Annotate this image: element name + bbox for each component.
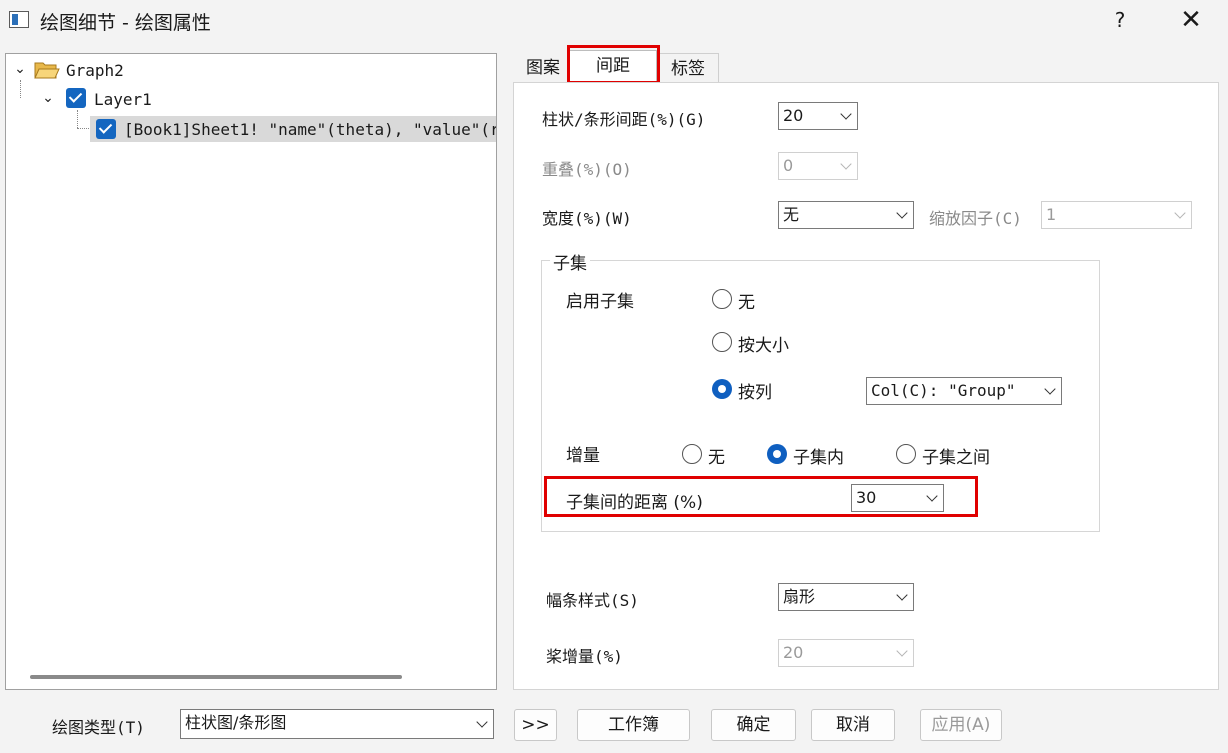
horizontal-scrollbar[interactable]	[30, 675, 402, 679]
tree-connector	[20, 80, 21, 98]
chevron-down-icon	[840, 108, 852, 120]
increment-label: 增量	[566, 446, 600, 466]
subset-column-combo[interactable]: Col(C): "Group"	[866, 377, 1062, 405]
spoke-style-combo[interactable]: 扇形	[778, 583, 914, 611]
workbook-button[interactable]: 工作簿	[577, 709, 690, 741]
overlap-value: 0	[783, 156, 794, 175]
subset-column-value: Col(C): "Group"	[871, 381, 1016, 400]
cancel-button[interactable]: 取消	[811, 709, 895, 741]
subset-none-radio[interactable]	[712, 289, 732, 309]
gap-label: 柱状/条形间距(%)(G)	[542, 110, 706, 129]
distance-highlight-box	[544, 476, 978, 517]
increment-within-label: 子集内	[793, 448, 844, 468]
scale-factor-label: 缩放因子(C)	[929, 209, 1022, 228]
paddle-increment-combo: 20	[778, 639, 914, 667]
tree-item-layer[interactable]: Layer1	[94, 90, 152, 109]
plot-checkbox[interactable]	[96, 119, 116, 139]
chevron-down-icon	[896, 645, 908, 657]
plot-type-label: 绘图类型(T)	[52, 718, 145, 737]
tab-labels[interactable]: 标签	[657, 53, 719, 83]
help-button[interactable]: ?	[1108, 6, 1132, 34]
subset-by-size-label: 按大小	[738, 336, 789, 356]
scale-factor-value: 1	[1046, 205, 1057, 224]
chevron-down-icon[interactable]: ⌄	[13, 62, 27, 76]
folder-icon	[34, 60, 60, 80]
close-button[interactable]: ✕	[1175, 4, 1207, 36]
spoke-style-value: 扇形	[783, 587, 816, 606]
subset-by-column-label: 按列	[738, 383, 772, 403]
spoke-style-label: 幅条样式(S)	[546, 591, 639, 610]
paddle-increment-value: 20	[783, 643, 804, 662]
gap-combo[interactable]: 20	[778, 102, 858, 130]
increment-none-radio[interactable]	[682, 444, 702, 464]
chevron-down-icon	[1174, 207, 1186, 219]
chevron-down-icon[interactable]: ⌄	[41, 91, 55, 105]
chevron-down-icon	[1044, 383, 1056, 395]
width-value: 无	[783, 205, 800, 224]
tab-highlight-box	[567, 45, 660, 84]
subset-none-label: 无	[738, 293, 755, 313]
ok-button[interactable]: 确定	[711, 709, 796, 741]
increment-between-label: 子集之间	[922, 448, 990, 468]
plot-tree-panel	[5, 53, 497, 690]
chevron-down-icon	[896, 207, 908, 219]
enable-subset-label: 启用子集	[566, 292, 634, 312]
paddle-increment-label: 桨增量(%)	[546, 647, 623, 666]
expand-button[interactable]: >>	[514, 709, 557, 741]
width-combo[interactable]: 无	[778, 201, 914, 229]
app-icon	[9, 11, 29, 28]
increment-none-label: 无	[708, 448, 725, 468]
chevron-down-icon	[896, 589, 908, 601]
subset-by-size-radio[interactable]	[712, 332, 732, 352]
width-label: 宽度(%)(W)	[542, 209, 632, 228]
overlap-combo: 0	[778, 152, 858, 180]
chevron-down-icon	[476, 716, 488, 728]
subset-group-title: 子集	[550, 249, 590, 274]
increment-between-radio[interactable]	[896, 444, 916, 464]
chevron-down-icon	[840, 158, 852, 170]
subset-by-column-radio[interactable]	[712, 379, 732, 399]
layer-checkbox[interactable]	[66, 88, 86, 108]
plot-type-value: 柱状图/条形图	[185, 713, 287, 732]
scale-factor-combo: 1	[1041, 201, 1192, 229]
gap-value: 20	[783, 106, 804, 125]
apply-button: 应用(A)	[920, 709, 1002, 741]
tab-pattern[interactable]: 图案	[517, 53, 569, 83]
overlap-label: 重叠(%)(O)	[542, 160, 632, 179]
window-title: 绘图细节 - 绘图属性	[40, 12, 211, 34]
increment-within-radio[interactable]	[767, 444, 787, 464]
tree-connector	[77, 110, 78, 128]
plot-type-combo[interactable]: 柱状图/条形图	[180, 709, 494, 739]
tree-item-graph[interactable]: Graph2	[66, 61, 124, 80]
tree-item-plot[interactable]: [Book1]Sheet1! "name"(theta), "value"(r)	[124, 120, 496, 139]
